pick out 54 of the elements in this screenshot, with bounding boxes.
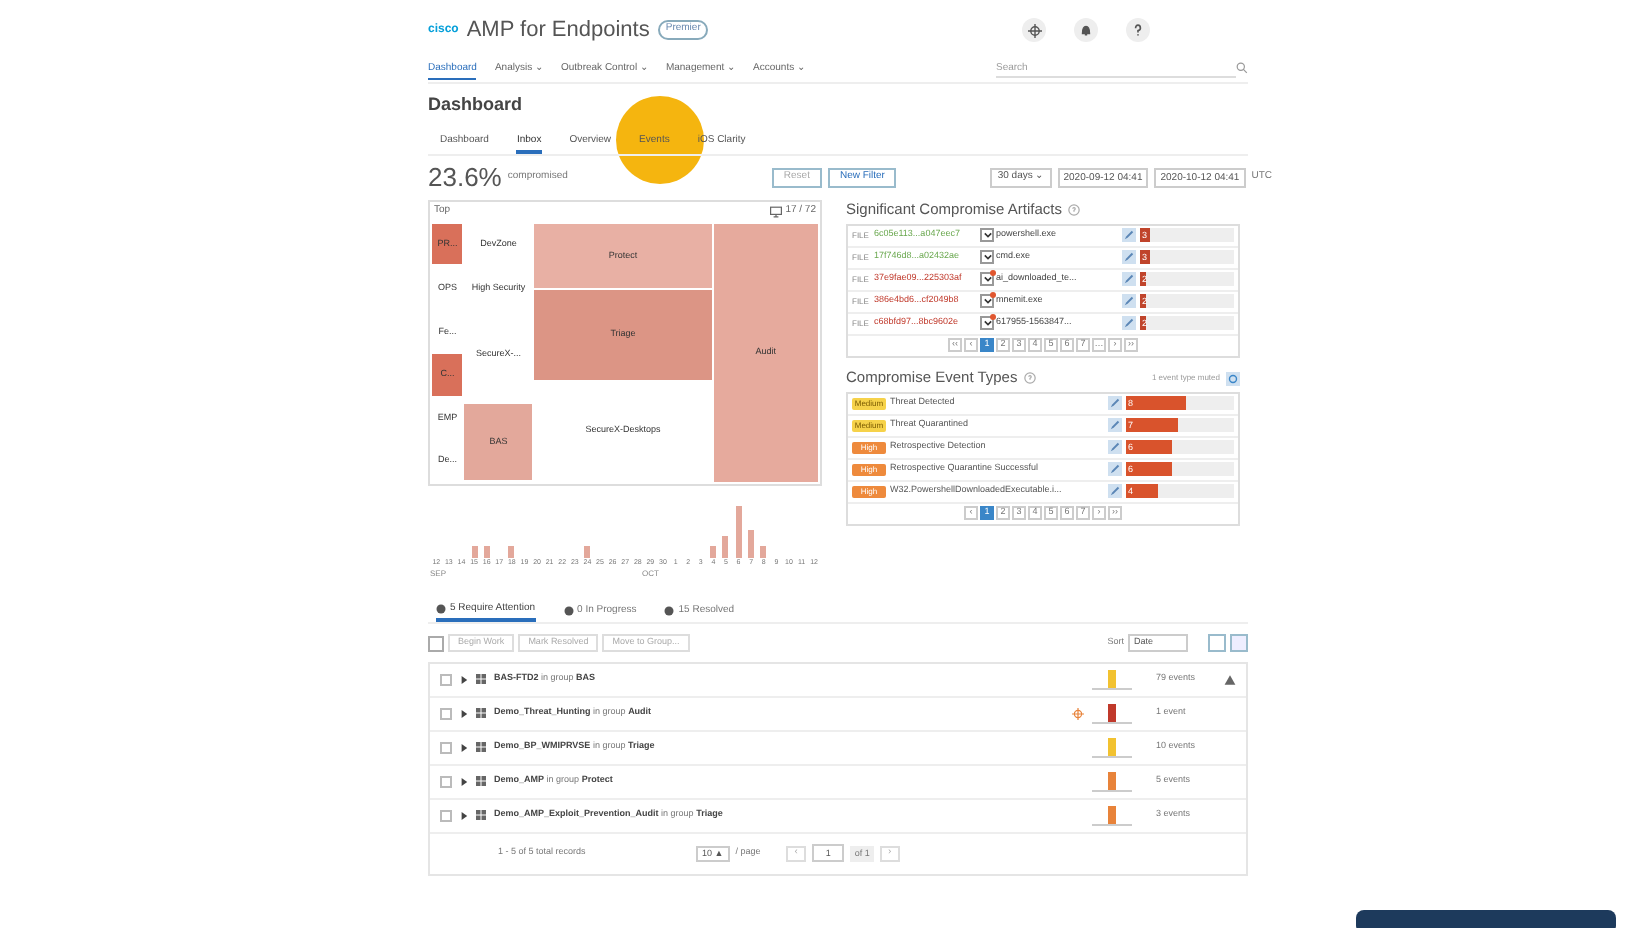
page-title: Dashboard: [428, 92, 525, 118]
histogram-bar: [471, 546, 478, 557]
edit-icon: [1108, 484, 1122, 498]
histogram-bar: [748, 529, 755, 557]
dropdown-button[interactable]: [980, 228, 994, 242]
histogram-bar: [735, 506, 742, 557]
histogram-bar: [483, 546, 490, 557]
expand-icon: [460, 811, 468, 820]
edit-icon: [1108, 440, 1122, 454]
windows-icon: [476, 742, 486, 753]
help-icon[interactable]: [1126, 18, 1150, 42]
windows-icon: [476, 810, 486, 821]
edit-icon: [1108, 396, 1122, 410]
row-checkbox[interactable]: [440, 741, 452, 754]
edit-icon: [1122, 294, 1136, 308]
compromised-percent: 23.6%: [428, 159, 502, 196]
histogram-bar: [760, 546, 767, 557]
row-checkbox[interactable]: [440, 673, 452, 686]
status-icon: [436, 603, 446, 614]
select-all-checkbox[interactable]: [428, 635, 444, 652]
expand-icon: [460, 743, 468, 752]
histogram-bar: [508, 546, 515, 557]
histogram-bar: [722, 536, 729, 557]
windows-icon: [476, 674, 486, 685]
help-icon: [1023, 372, 1036, 384]
muted-icon: [1226, 371, 1240, 385]
windows-icon: [476, 776, 486, 787]
edit-icon: [1122, 228, 1136, 242]
expand-icon: [460, 777, 468, 786]
dropdown-button[interactable]: [980, 272, 994, 286]
edit-icon: [1122, 272, 1136, 286]
row-checkbox[interactable]: [440, 707, 452, 720]
search-icon: [1236, 62, 1248, 74]
row-checkbox[interactable]: [440, 809, 452, 822]
status-icon: [563, 605, 574, 616]
dropdown-button[interactable]: [980, 316, 994, 330]
edit-icon: [1122, 316, 1136, 330]
edit-icon: [1122, 250, 1136, 264]
dropdown-button[interactable]: [980, 250, 994, 264]
bell-icon[interactable]: [1074, 18, 1098, 42]
status-icon: [664, 605, 675, 616]
dropdown-button[interactable]: [980, 294, 994, 308]
edit-icon: [1108, 418, 1122, 432]
row-checkbox[interactable]: [440, 775, 452, 788]
expand-icon: [460, 675, 468, 684]
expand-icon: [460, 709, 468, 718]
histogram-bar: [584, 546, 591, 557]
crosshair-icon[interactable]: [1022, 18, 1046, 42]
histogram-bar: [710, 546, 717, 557]
windows-icon: [476, 708, 486, 719]
help-icon: [1067, 204, 1080, 216]
app-title: AMP for Endpoints: [466, 15, 650, 46]
edit-icon: [1108, 462, 1122, 476]
monitor-icon: [769, 206, 782, 218]
